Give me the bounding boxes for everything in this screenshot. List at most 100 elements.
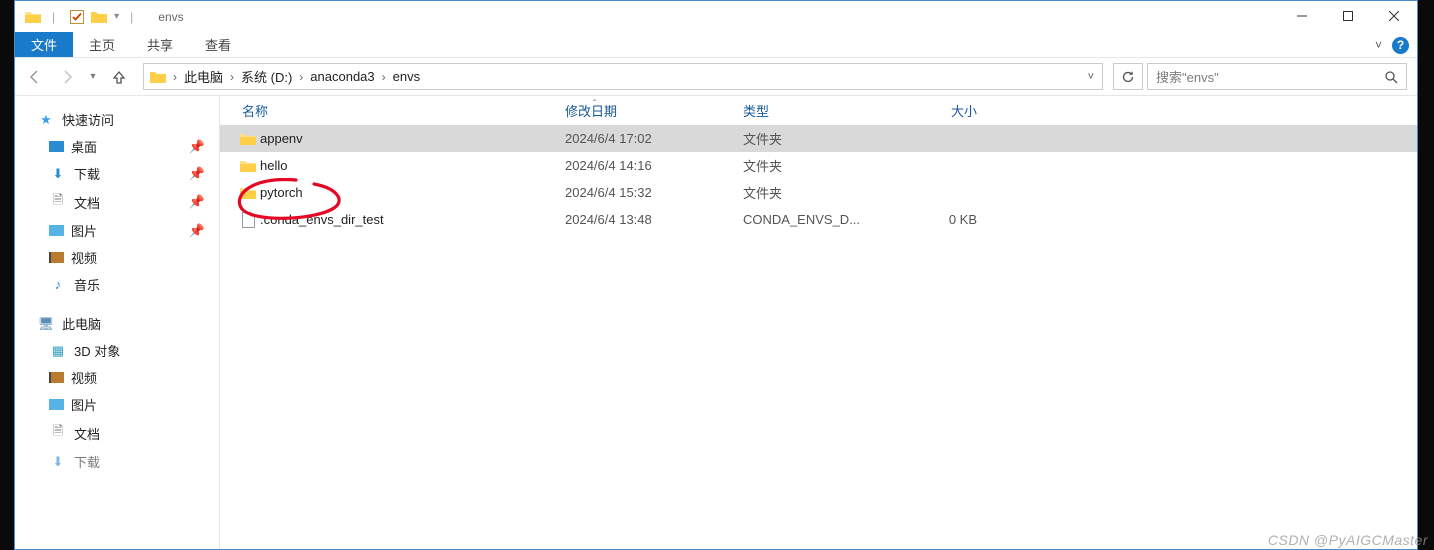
sidebar-this-pc[interactable]: 🖥 此电脑 bbox=[15, 310, 219, 337]
video-icon bbox=[49, 252, 64, 263]
crumb-sep-0[interactable]: › bbox=[173, 70, 177, 84]
close-button[interactable] bbox=[1371, 1, 1417, 31]
search-placeholder: 搜索"envs" bbox=[1156, 67, 1219, 86]
sidebar-item-pictures-2[interactable]: 图片 bbox=[15, 391, 219, 418]
quick-access-label: 快速访问 bbox=[62, 110, 114, 129]
tab-file[interactable]: 文件 bbox=[15, 32, 73, 57]
qat-dropdown-icon[interactable]: ▾ bbox=[114, 11, 119, 22]
sidebar-item-label: 下载 bbox=[74, 164, 100, 183]
column-header-type[interactable]: 类型 bbox=[743, 101, 895, 120]
pin-icon: 📌 bbox=[189, 166, 205, 182]
nav-forward-button[interactable] bbox=[53, 63, 81, 91]
document-icon: 🗎 bbox=[49, 422, 67, 444]
crumb-sep-2[interactable]: › bbox=[299, 70, 303, 84]
file-date: 2024/6/4 13:48 bbox=[565, 212, 743, 227]
sidebar-item-label: 3D 对象 bbox=[74, 341, 120, 360]
file-icon bbox=[236, 212, 260, 228]
crumb-drive-d[interactable]: 系统 (D:) bbox=[241, 67, 292, 86]
video-icon bbox=[49, 372, 64, 383]
file-row[interactable]: pytorch2024/6/4 15:32文件夹 bbox=[220, 179, 1417, 206]
crumb-envs[interactable]: envs bbox=[393, 69, 420, 84]
tab-share[interactable]: 共享 bbox=[131, 32, 189, 57]
address-folder-icon bbox=[150, 70, 166, 83]
sidebar-item-label: 文档 bbox=[74, 424, 100, 443]
sidebar-nav: ★ 快速访问 桌面📌 ⬇ 下载 📌 🗎 文档 📌 图片📌 视频 ♪音乐 🖥 此电脑 ▦ 3… bbox=[15, 96, 220, 549]
column-headers: 名称 ˆ 修改日期 类型 大小 bbox=[220, 96, 1417, 125]
crumb-sep-1[interactable]: › bbox=[230, 70, 234, 84]
sidebar-item-documents-2[interactable]: 🗎 文档 bbox=[15, 418, 219, 448]
file-date: 2024/6/4 15:32 bbox=[565, 185, 743, 200]
nav-back-button[interactable] bbox=[21, 63, 49, 91]
sidebar-item-label: 音乐 bbox=[74, 275, 100, 294]
pin-icon: 📌 bbox=[189, 194, 205, 210]
sidebar-item-3d[interactable]: ▦ 3D 对象 bbox=[15, 337, 219, 364]
nav-recent-dropdown[interactable]: ▾ bbox=[85, 63, 101, 91]
sidebar-item-videos[interactable]: 视频 bbox=[15, 244, 219, 271]
minimize-button[interactable] bbox=[1279, 1, 1325, 31]
sidebar-item-label: 文档 bbox=[74, 193, 100, 212]
column-header-size[interactable]: 大小 bbox=[895, 101, 995, 120]
help-icon[interactable]: ? bbox=[1392, 37, 1409, 54]
file-type: 文件夹 bbox=[743, 183, 895, 202]
sidebar-item-label: 下载 bbox=[74, 452, 100, 471]
star-icon: ★ bbox=[37, 112, 55, 128]
picture-icon bbox=[49, 225, 64, 236]
file-type: 文件夹 bbox=[743, 129, 895, 148]
crumb-anaconda3[interactable]: anaconda3 bbox=[310, 69, 374, 84]
sidebar-quick-access[interactable]: ★ 快速访问 bbox=[15, 106, 219, 133]
sidebar-item-downloads-2[interactable]: ⬇ 下载 bbox=[15, 448, 219, 475]
file-name: hello bbox=[260, 158, 565, 173]
folder-icon bbox=[25, 10, 41, 23]
file-name: .conda_envs_dir_test bbox=[260, 212, 565, 227]
crumb-this-pc[interactable]: 此电脑 bbox=[184, 67, 223, 86]
file-name: pytorch bbox=[260, 185, 565, 200]
search-input[interactable]: 搜索"envs" bbox=[1147, 63, 1407, 90]
file-row[interactable]: .conda_envs_dir_test2024/6/4 13:48CONDA_… bbox=[220, 206, 1417, 233]
file-date: 2024/6/4 17:02 bbox=[565, 131, 743, 146]
search-icon bbox=[1384, 70, 1398, 84]
download-icon: ⬇ bbox=[49, 166, 67, 182]
folder-icon bbox=[236, 132, 260, 145]
refresh-button[interactable] bbox=[1113, 63, 1143, 90]
explorer-window: | ▾ | envs 文件 主页 共享 查看 ˅ ? ▾ bbox=[14, 0, 1418, 550]
address-bar[interactable]: › 此电脑 › 系统 (D:) › anaconda3 › envs ˅ bbox=[143, 63, 1103, 90]
sidebar-item-documents[interactable]: 🗎 文档 📌 bbox=[15, 187, 219, 217]
picture-icon bbox=[49, 399, 64, 410]
column-header-name[interactable]: 名称 bbox=[242, 101, 565, 120]
body: ★ 快速访问 桌面📌 ⬇ 下载 📌 🗎 文档 📌 图片📌 视频 ♪音乐 🖥 此电脑 ▦ 3… bbox=[15, 96, 1417, 549]
window-controls bbox=[1279, 1, 1417, 31]
sidebar-item-pictures[interactable]: 图片📌 bbox=[15, 217, 219, 244]
sidebar-item-downloads[interactable]: ⬇ 下载 📌 bbox=[15, 160, 219, 187]
titlebar-separator-1: | bbox=[52, 10, 55, 24]
folder-icon bbox=[236, 186, 260, 199]
sidebar-item-music[interactable]: ♪音乐 bbox=[15, 271, 219, 298]
sidebar-item-desktop[interactable]: 桌面📌 bbox=[15, 133, 219, 160]
tab-home[interactable]: 主页 bbox=[73, 32, 131, 57]
address-bar-buttons: ˅ bbox=[1088, 71, 1100, 83]
crumb-sep-3[interactable]: › bbox=[382, 70, 386, 84]
folder-icon-small[interactable] bbox=[91, 10, 107, 23]
sidebar-item-label: 桌面 bbox=[71, 137, 97, 156]
column-header-date[interactable]: 修改日期 bbox=[565, 101, 743, 120]
sidebar-item-label: 图片 bbox=[71, 221, 97, 240]
address-dropdown-icon[interactable]: ˅ bbox=[1088, 71, 1094, 83]
this-pc-label: 此电脑 bbox=[62, 314, 101, 333]
cube-icon: ▦ bbox=[49, 343, 67, 359]
checkbox-icon[interactable] bbox=[70, 10, 84, 24]
document-icon: 🗎 bbox=[49, 191, 67, 213]
desktop-icon bbox=[49, 141, 64, 152]
folder-icon bbox=[236, 159, 260, 172]
sidebar-item-label: 视频 bbox=[71, 248, 97, 267]
maximize-button[interactable] bbox=[1325, 1, 1371, 31]
sidebar-item-videos-2[interactable]: 视频 bbox=[15, 364, 219, 391]
pc-icon: 🖥 bbox=[37, 316, 55, 332]
chevron-down-icon[interactable]: ˅ bbox=[1375, 38, 1382, 52]
nav-up-button[interactable] bbox=[105, 63, 133, 91]
download-icon: ⬇ bbox=[49, 454, 67, 470]
file-row[interactable]: hello2024/6/4 14:16文件夹 bbox=[220, 152, 1417, 179]
window-title: envs bbox=[158, 10, 183, 24]
file-rows: appenv2024/6/4 17:02文件夹hello2024/6/4 14:… bbox=[220, 125, 1417, 233]
file-name: appenv bbox=[260, 131, 565, 146]
tab-view[interactable]: 查看 bbox=[189, 32, 247, 57]
file-row[interactable]: appenv2024/6/4 17:02文件夹 bbox=[220, 125, 1417, 152]
